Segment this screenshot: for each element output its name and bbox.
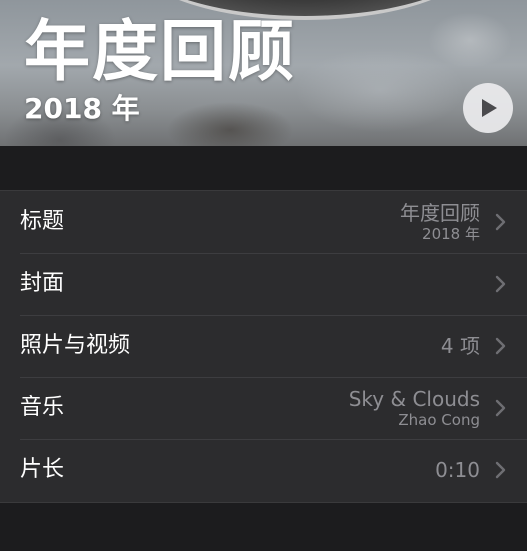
settings-row-duration[interactable]: 片长 0:10 bbox=[0, 439, 527, 501]
row-value: 0:10 bbox=[435, 439, 480, 501]
row-label: 标题 bbox=[20, 209, 65, 234]
row-value: 年度回顾 2018 年 bbox=[400, 191, 480, 253]
row-value-main: 年度回顾 bbox=[400, 201, 480, 225]
row-label: 片长 bbox=[20, 457, 65, 482]
chevron-right-icon bbox=[495, 213, 506, 231]
memory-subtitle: 2018 年 bbox=[24, 92, 140, 125]
row-value: Sky & Clouds Zhao Cong bbox=[349, 377, 480, 439]
chevron-right-icon bbox=[495, 461, 506, 479]
chevron-right-icon bbox=[495, 337, 506, 355]
row-label: 封面 bbox=[20, 271, 65, 296]
play-button[interactable] bbox=[463, 83, 513, 133]
row-label: 照片与视频 bbox=[20, 333, 131, 358]
row-label: 音乐 bbox=[20, 395, 65, 420]
settings-row-music[interactable]: 音乐 Sky & Clouds Zhao Cong bbox=[0, 377, 527, 439]
memory-settings-list: 标题 年度回顾 2018 年 封面 照片与视频 4 项 音乐 Sky & Clo… bbox=[0, 190, 527, 503]
settings-row-photos-videos[interactable]: 照片与视频 4 项 bbox=[0, 315, 527, 377]
chevron-right-icon bbox=[495, 399, 506, 417]
row-value-sub: Zhao Cong bbox=[398, 411, 480, 429]
row-value-main: Sky & Clouds bbox=[348, 387, 480, 411]
play-icon bbox=[482, 99, 497, 117]
row-value: 4 项 bbox=[441, 315, 480, 377]
memory-hero-image: 年度回顾 2018 年 bbox=[0, 0, 527, 146]
settings-row-cover[interactable]: 封面 bbox=[0, 253, 527, 315]
memory-title: 年度回顾 bbox=[24, 13, 296, 90]
bottom-area bbox=[0, 504, 527, 551]
row-value-main: 4 项 bbox=[440, 334, 480, 358]
settings-row-title[interactable]: 标题 年度回顾 2018 年 bbox=[0, 191, 527, 253]
section-spacer bbox=[0, 146, 527, 190]
row-value-sub: 2018 年 bbox=[422, 225, 480, 243]
chevron-right-icon bbox=[495, 275, 506, 293]
row-value-main: 0:10 bbox=[435, 458, 480, 482]
